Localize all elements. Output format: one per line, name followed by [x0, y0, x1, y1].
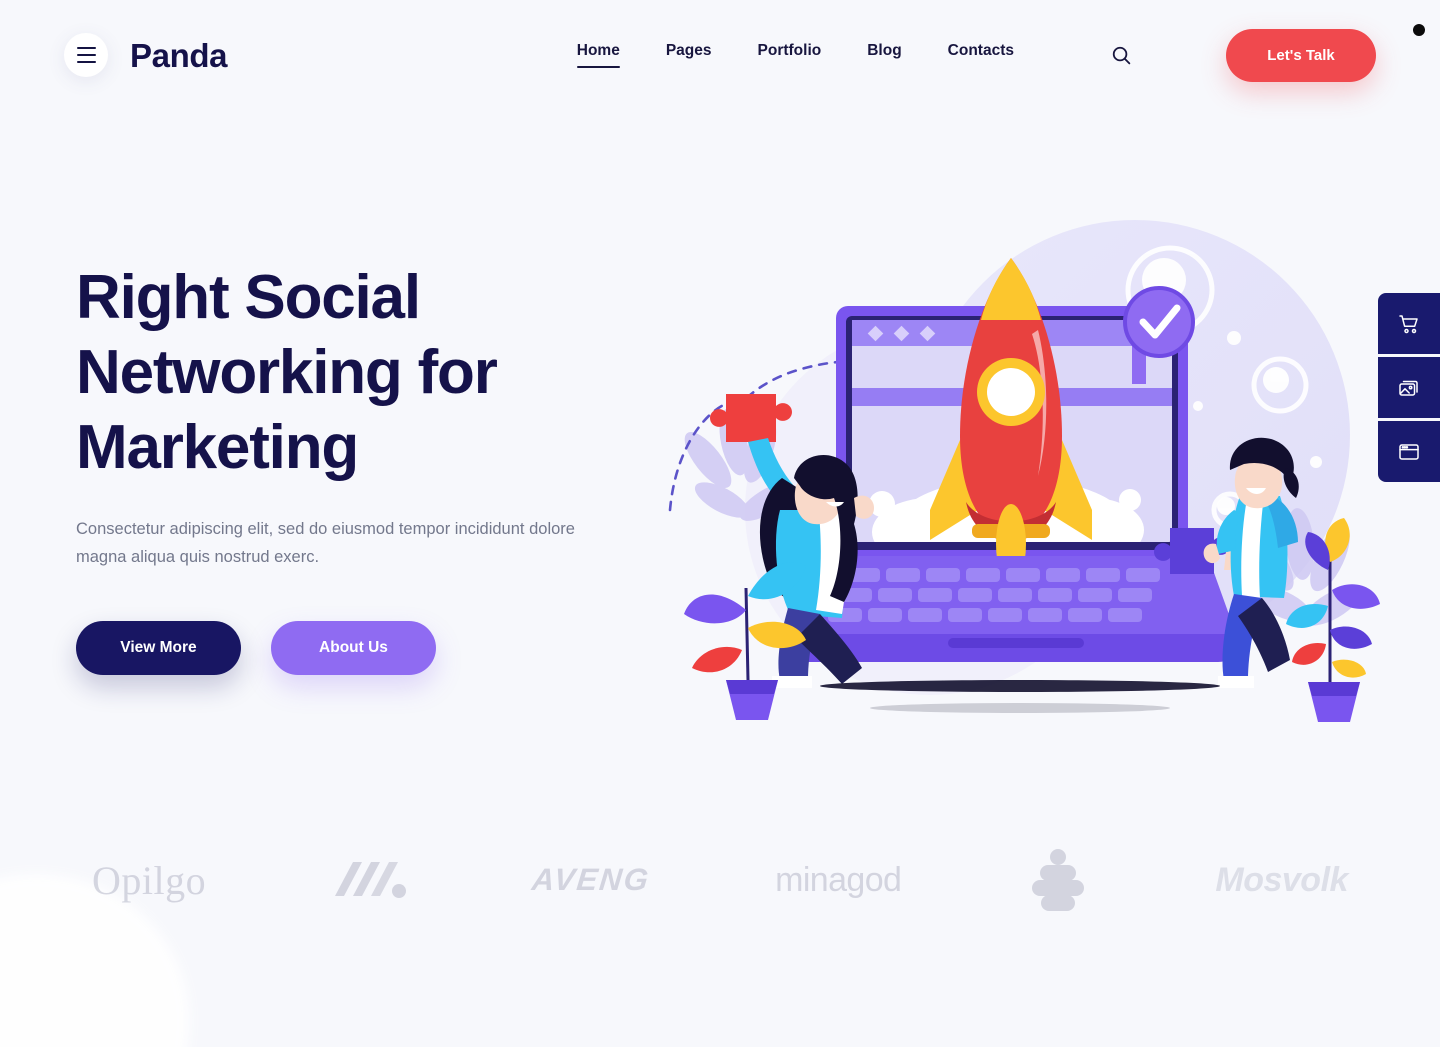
hero-actions: View More About Us	[76, 621, 676, 675]
hero-title-line-1: Right Social	[76, 263, 421, 332]
mouse-cursor	[1413, 24, 1425, 36]
partner-logos: Opilgo AVENG minagod Mosvolk	[0, 820, 1440, 940]
nav-item-contacts[interactable]: Contacts	[948, 42, 1014, 68]
hamburger-bar	[76, 47, 96, 49]
hero-section: Right Social Networking for Marketing Co…	[0, 110, 1440, 810]
images-gallery-icon[interactable]	[1378, 357, 1440, 418]
hamburger-icon[interactable]	[64, 33, 108, 77]
hero-illustration	[630, 210, 1390, 730]
monogram-m-icon	[335, 862, 407, 898]
hero-subtitle-line-1: Consectetur adipiscing elit, sed do eius…	[76, 520, 525, 538]
nav-item-home[interactable]: Home	[576, 42, 620, 68]
hero-title-line-3: Marketing	[76, 413, 359, 482]
page-title: Right Social Networking for Marketing	[76, 260, 676, 485]
main-navigation: Home Pages Portfolio Blog Contacts Let's…	[576, 28, 1376, 82]
nav-item-portfolio[interactable]: Portfolio	[758, 42, 822, 68]
browser-window-icon[interactable]	[1378, 421, 1440, 482]
side-dock	[1378, 293, 1440, 482]
logo-minagod[interactable]: minagod	[775, 845, 902, 915]
brand-group: Panda	[64, 33, 227, 77]
stacked-dots-icon	[1032, 849, 1085, 911]
nav-item-pages[interactable]: Pages	[666, 42, 712, 68]
hamburger-bar	[76, 61, 96, 63]
shopping-cart-icon[interactable]	[1378, 293, 1440, 354]
nav-item-blog[interactable]: Blog	[867, 42, 901, 68]
logo-monogram-m[interactable]	[331, 845, 407, 915]
logo-aveng[interactable]: AVENG	[530, 845, 652, 915]
search-icon[interactable]	[1104, 38, 1138, 72]
hero-subtitle: Consectetur adipiscing elit, sed do eius…	[76, 515, 596, 571]
hero-copy: Right Social Networking for Marketing Co…	[76, 260, 676, 675]
about-us-button[interactable]: About Us	[271, 621, 436, 675]
logo-mosvolk[interactable]: Mosvolk	[1215, 845, 1348, 915]
site-header: Panda Home Pages Portfolio Blog Contacts…	[0, 0, 1440, 110]
logo-opilgo[interactable]: Opilgo	[92, 845, 206, 915]
brand-logo[interactable]: Panda	[130, 39, 227, 72]
lets-talk-button[interactable]: Let's Talk	[1226, 28, 1376, 82]
hero-title-line-2: Networking for	[76, 338, 498, 407]
logo-stacked-dots[interactable]	[1026, 845, 1090, 915]
view-more-button[interactable]: View More	[76, 621, 241, 675]
hamburger-bar	[76, 54, 96, 56]
